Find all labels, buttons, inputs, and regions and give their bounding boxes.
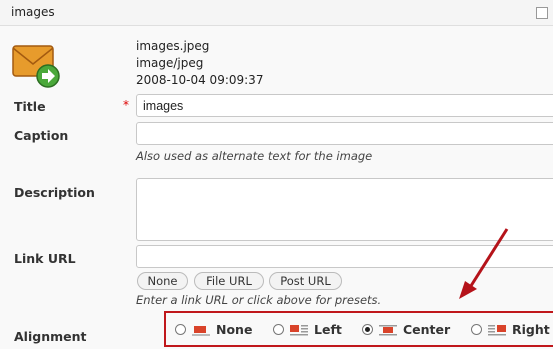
alignment-label: Alignment [14,329,87,344]
align-left-label: Left [314,322,342,337]
attachment-header: images [0,0,553,26]
align-right-icon [488,325,506,336]
link-none-button[interactable]: None [137,272,188,290]
align-none-label: None [216,322,253,337]
file-download-icon [12,45,60,88]
title-input[interactable] [136,94,553,117]
link-post-url-button[interactable]: Post URL [269,272,342,290]
alignment-options: None Left Center Right [164,311,553,347]
link-file-url-button[interactable]: File URL [194,272,264,290]
link-url-help: Enter a link URL or click above for pres… [136,293,382,307]
align-center-label: Center [403,322,451,337]
description-label: Description [14,185,95,200]
caption-help: Also used as alternate text for the imag… [136,149,373,163]
caption-label: Caption [14,128,69,143]
required-mark: * [123,98,129,112]
file-name: images.jpeg [136,39,210,53]
align-center-radio[interactable] [362,324,373,335]
align-left-radio[interactable] [273,324,284,335]
caption-input[interactable] [136,122,553,145]
title-label: Title [14,99,46,114]
attachment-checkbox[interactable] [536,7,548,19]
align-center-icon [379,325,397,336]
align-none-radio[interactable] [175,324,186,335]
attachment-title: images [11,5,55,19]
annotation-arrow [459,228,509,299]
align-right-radio[interactable] [471,324,482,335]
align-option-center[interactable]: Center [362,322,462,338]
link-url-label: Link URL [14,251,76,266]
file-upload-date: 2008-10-04 09:09:37 [136,73,264,87]
file-mime-type: image/jpeg [136,56,204,70]
align-none-icon [192,326,210,336]
align-right-label: Right [512,322,550,337]
align-option-right[interactable]: Right [471,322,553,338]
align-left-icon [290,325,308,336]
align-option-left[interactable]: Left [273,322,357,338]
align-option-none[interactable]: None [175,322,265,338]
